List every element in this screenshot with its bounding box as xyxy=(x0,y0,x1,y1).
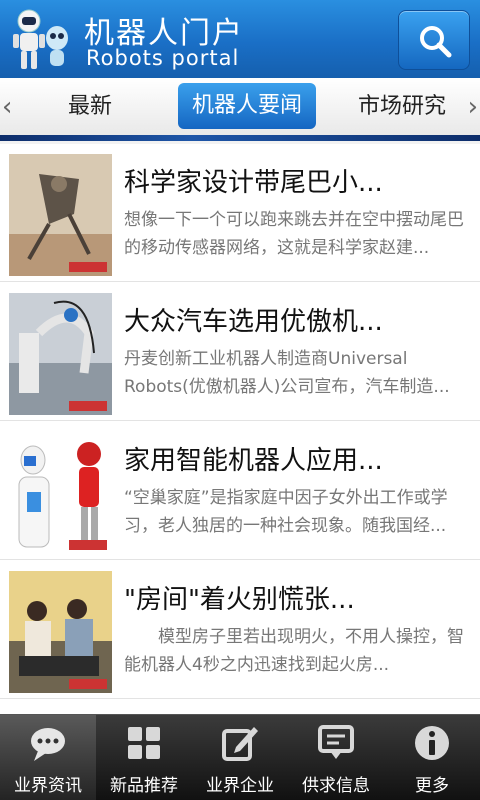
news-title: 科学家设计带尾巴小... xyxy=(124,168,383,198)
nav-label: 更多 xyxy=(415,776,449,796)
search-button[interactable] xyxy=(398,10,470,70)
news-summary: “空巢家庭”是指家庭中因子女外出工作或学习，老人独居的一种社会现象。随我国经..… xyxy=(124,488,448,536)
search-icon xyxy=(420,26,452,58)
chevron-right-icon[interactable]: › xyxy=(468,92,478,122)
nav-label: 业界资讯 xyxy=(14,776,82,796)
nav-label: 业界企业 xyxy=(206,776,274,796)
app-header: 机器人门户 Robots portal xyxy=(0,0,480,78)
news-summary: 想像一下一个可以跑来跳去并在空中摆动尾巴的移动传感器网络，这就是科学家赵建... xyxy=(124,210,464,258)
category-tabs: ‹ 最新 机器人要闻 市场研究 › xyxy=(0,78,480,141)
news-title: 家用智能机器人应用... xyxy=(124,446,383,476)
news-thumbnail-image xyxy=(9,293,112,415)
nav-more[interactable]: 更多 xyxy=(384,715,480,800)
news-summary: 模型房子里若出现明火，不用人操控，智能机器人4秒之内迅速找到起火房... xyxy=(124,627,464,675)
news-summary: 丹麦创新工业机器人制造商Universal Robots(优傲机器人)公司宣布，… xyxy=(124,349,450,397)
tab-robot-news[interactable]: 机器人要闻 xyxy=(178,83,317,129)
nav-new-products[interactable]: 新品推荐 xyxy=(96,715,192,800)
news-item[interactable]: "房间"着火别慌张... 模型房子里若出现明火，不用人操控，智能机器人4秒之内迅… xyxy=(0,561,480,699)
edit-icon xyxy=(222,727,258,761)
news-title: 大众汽车选用优傲机... xyxy=(124,307,383,337)
chat-bubbles-icon xyxy=(31,728,65,761)
news-thumbnail-image xyxy=(9,432,112,554)
news-list: 科学家设计带尾巴小... 想像一下一个可以跑来跳去并在空中摆动尾巴的移动传感器网… xyxy=(0,144,480,714)
tab-market-research[interactable]: 市场研究 xyxy=(358,78,446,136)
grid-icon xyxy=(128,727,160,759)
bottom-navigation: 业界资讯 新品推荐 业界企业 供求信息 更多 xyxy=(0,714,480,800)
nav-supply-demand[interactable]: 供求信息 xyxy=(288,715,384,800)
news-thumbnail-image xyxy=(9,571,112,693)
message-icon xyxy=(318,725,354,759)
nav-label: 新品推荐 xyxy=(110,776,178,796)
chevron-left-icon[interactable]: ‹ xyxy=(2,92,12,122)
news-item[interactable]: 家用智能机器人应用... “空巢家庭”是指家庭中因子女外出工作或学习，老人独居的… xyxy=(0,422,480,560)
tab-latest[interactable]: 最新 xyxy=(68,78,112,136)
news-item[interactable]: 大众汽车选用优傲机... 丹麦创新工业机器人制造商Universal Robot… xyxy=(0,283,480,421)
nav-companies[interactable]: 业界企业 xyxy=(192,715,288,800)
nav-label: 供求信息 xyxy=(302,776,370,796)
news-item[interactable]: 科学家设计带尾巴小... 想像一下一个可以跑来跳去并在空中摆动尾巴的移动传感器网… xyxy=(0,144,480,282)
news-thumbnail-image xyxy=(9,154,112,276)
info-icon xyxy=(415,726,449,760)
robot-logo-icon xyxy=(13,9,68,69)
nav-industry-news[interactable]: 业界资讯 xyxy=(0,715,96,800)
app-subtitle: Robots portal xyxy=(86,46,240,70)
news-title: "房间"着火别慌张... xyxy=(124,585,355,615)
